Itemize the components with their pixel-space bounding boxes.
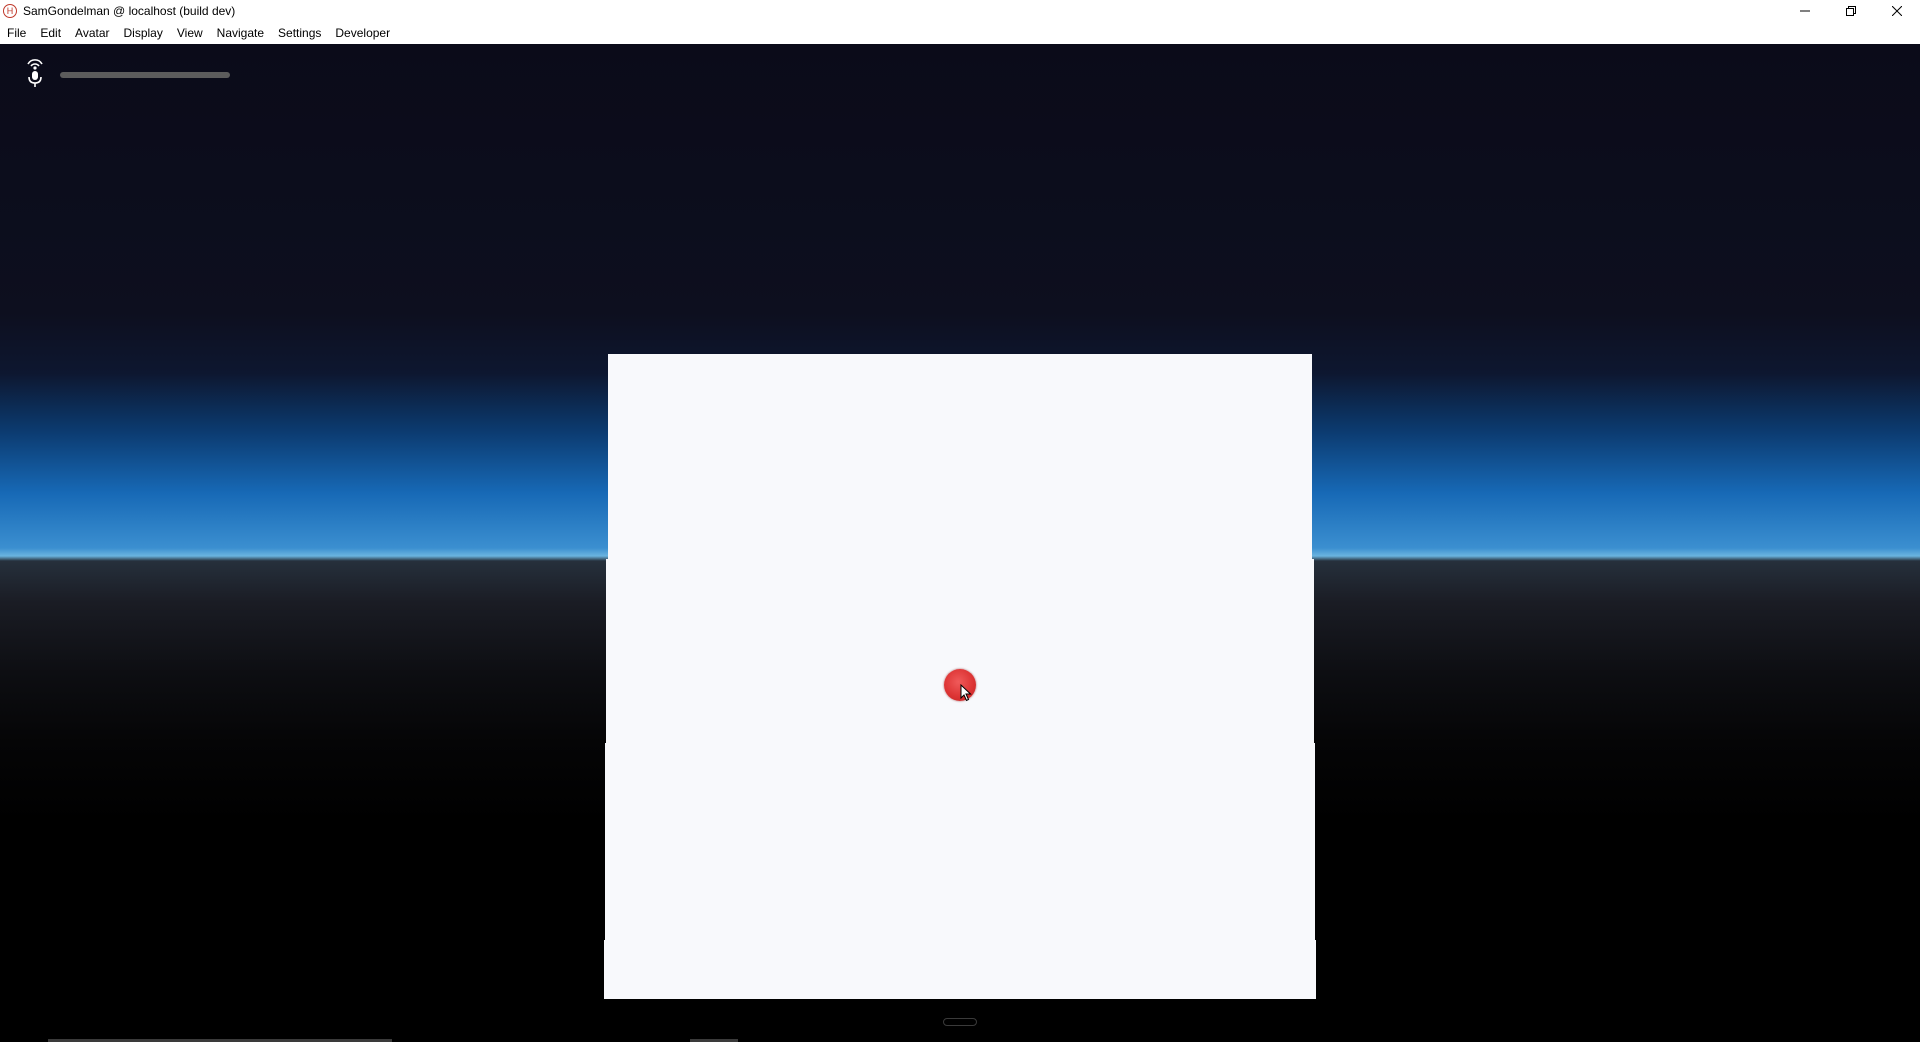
menu-settings[interactable]: Settings bbox=[271, 22, 328, 44]
window-controls bbox=[1782, 0, 1920, 22]
restore-icon bbox=[1846, 6, 1856, 16]
minimize-icon bbox=[1800, 10, 1810, 12]
menu-display[interactable]: Display bbox=[117, 22, 170, 44]
microphone-icon[interactable] bbox=[24, 58, 46, 88]
menu-avatar[interactable]: Avatar bbox=[68, 22, 116, 44]
web-panel[interactable] bbox=[608, 354, 1312, 560]
hifi-logo-icon: H bbox=[3, 4, 17, 18]
title-bar: H SamGondelman @ localhost (build dev) bbox=[0, 0, 1920, 22]
cursor-icon bbox=[960, 684, 972, 702]
tablet-home-button[interactable] bbox=[943, 1018, 977, 1026]
web-panel-section bbox=[604, 940, 1316, 999]
menu-file[interactable]: File bbox=[0, 22, 33, 44]
web-panel-section bbox=[605, 743, 1315, 943]
close-button[interactable] bbox=[1874, 0, 1920, 22]
web-panel-section bbox=[606, 559, 1314, 744]
audio-level-bar bbox=[60, 72, 230, 78]
restore-button[interactable] bbox=[1828, 0, 1874, 22]
menu-edit[interactable]: Edit bbox=[33, 22, 68, 44]
minimize-button[interactable] bbox=[1782, 0, 1828, 22]
menu-bar: File Edit Avatar Display View Navigate S… bbox=[0, 22, 1920, 44]
menu-navigate[interactable]: Navigate bbox=[210, 22, 271, 44]
menu-developer[interactable]: Developer bbox=[328, 22, 397, 44]
window-title: SamGondelman @ localhost (build dev) bbox=[23, 4, 236, 18]
menu-view[interactable]: View bbox=[170, 22, 210, 44]
close-icon bbox=[1892, 6, 1902, 16]
